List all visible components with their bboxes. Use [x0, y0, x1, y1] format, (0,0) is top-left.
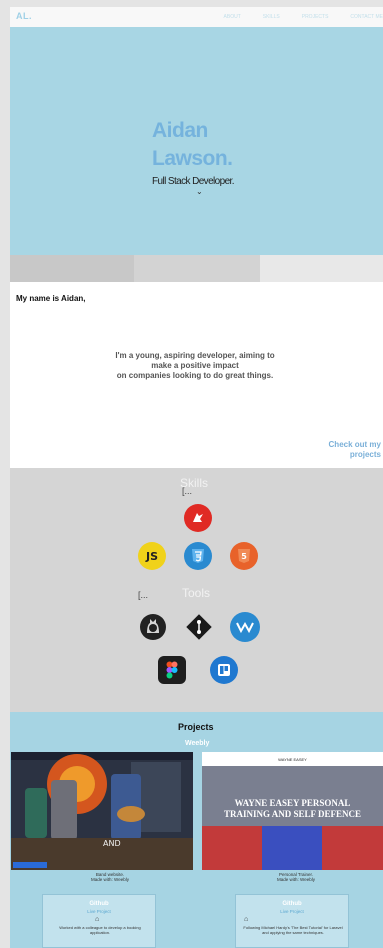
- github-icon: [138, 612, 168, 642]
- css3-icon: [184, 542, 212, 570]
- bank-icon: ⌂: [244, 916, 249, 923]
- info-title[interactable]: Github: [43, 901, 155, 907]
- trainer-site-header: WAYNE EASEY: [202, 752, 383, 766]
- project-card-band-image[interactable]: AND: [11, 752, 193, 870]
- band-overlay-text: AND: [103, 839, 121, 848]
- project-info-card: Github Live Project ⌂ Worked with a coll…: [42, 894, 156, 948]
- info-body: Worked with a colleague to develop a boo…: [59, 925, 141, 935]
- trainer-headline-line: TRAINING AND SELF DEFENCE: [224, 809, 361, 819]
- git-icon: [184, 612, 214, 642]
- about-bio-line: on companies looking to do great things.: [116, 371, 274, 380]
- project-info-card: Github Live Project ⌂ Following Michael …: [235, 894, 349, 948]
- caption-line: Made with: Weebly: [277, 877, 315, 882]
- bank-icon: ⌂: [95, 916, 100, 923]
- nav-link-about[interactable]: ABOUT: [224, 14, 241, 20]
- divider-strip-middle: [134, 255, 260, 282]
- tools-bracket: [...: [138, 590, 149, 600]
- caption-line: Made with: Weebly: [91, 877, 129, 882]
- about-bio-line: make a positive impact: [151, 361, 239, 370]
- projects-cta-link[interactable]: Check out my projects: [329, 440, 381, 460]
- project-card-band-caption: Band website. Made with: Weebly: [50, 872, 170, 882]
- cta-line: Check out my: [328, 440, 381, 449]
- tools-heading: Tools: [182, 586, 211, 600]
- hero-last-name: Lawson.: [152, 147, 233, 170]
- nav-link-skills[interactable]: SKILLS: [263, 14, 280, 20]
- nav-links: ABOUT SKILLS PROJECTS CONTACT ME: [224, 14, 383, 20]
- nav-link-contact[interactable]: CONTACT ME: [350, 14, 383, 20]
- html5-icon: 5: [230, 542, 258, 570]
- info-live-link[interactable]: Live Project: [236, 909, 348, 914]
- skills-section: Skills [... JS 5 Tools [...: [10, 468, 383, 712]
- nav-link-projects[interactable]: PROJECTS: [302, 14, 329, 20]
- site-logo[interactable]: AL.: [16, 11, 32, 21]
- trainer-headline: WAYNE EASEY PERSONAL TRAINING AND SELF D…: [202, 798, 383, 820]
- about-bio: I'm a young, aspiring developer, aiming …: [70, 351, 320, 381]
- skills-bracket: [...: [182, 486, 193, 496]
- cta-line: projects: [349, 450, 381, 459]
- projects-title: Projects: [178, 722, 214, 732]
- javascript-icon: JS: [138, 542, 166, 570]
- hero-first-name: Aidan: [152, 119, 208, 142]
- trainer-headline-line: WAYNE EASEY PERSONAL: [234, 798, 351, 808]
- svg-text:5: 5: [241, 552, 247, 561]
- webflow-icon: [230, 612, 260, 642]
- hero-role: Full Stack Developer.: [152, 176, 234, 187]
- projects-section: Projects Weebly AND Band website. Made w…: [10, 712, 383, 948]
- trello-icon: [210, 656, 238, 684]
- figma-icon: [158, 656, 186, 684]
- info-title[interactable]: Github: [236, 901, 348, 907]
- projects-tag: Weebly: [185, 740, 210, 747]
- info-live-link[interactable]: Live Project: [43, 909, 155, 914]
- about-greeting: My name is Aidan,: [16, 294, 86, 303]
- chevron-down-icon[interactable]: ⌄: [196, 187, 203, 196]
- about-bio-line: I'm a young, aspiring developer, aiming …: [115, 351, 275, 360]
- laravel-icon: [184, 504, 212, 532]
- band-photo: AND: [11, 752, 193, 870]
- top-nav: AL. ABOUT SKILLS PROJECTS CONTACT ME: [10, 7, 383, 27]
- project-card-trainer-image[interactable]: WAYNE EASEY WAYNE EASEY PERSONAL TRAININ…: [202, 752, 383, 870]
- project-card-trainer-caption: Personal Trainer. Made with: Weebly: [236, 872, 356, 882]
- hero-section: Aidan Lawson. Full Stack Developer. ⌄: [10, 27, 383, 255]
- about-section: My name is Aidan, I'm a young, aspiring …: [10, 282, 383, 468]
- divider-strip-right: [260, 255, 383, 282]
- info-body: Following Michael Hardy's 'The Best Tuto…: [243, 925, 343, 935]
- divider-strip-left: [10, 255, 134, 282]
